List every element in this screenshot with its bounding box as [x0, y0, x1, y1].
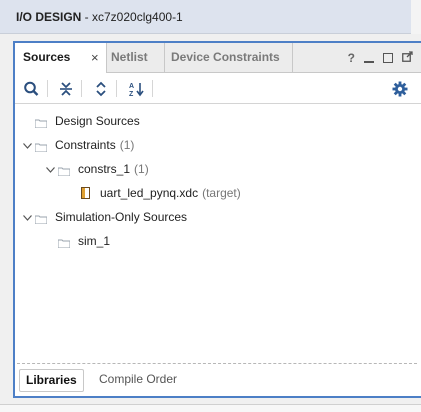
title-design-name: I/O DESIGN	[16, 10, 82, 24]
tree-item-sim-1[interactable]: sim_1	[57, 231, 111, 251]
tab-libraries[interactable]: Libraries	[19, 369, 84, 392]
title-bar: I/O DESIGN - xc7z020clg400-1	[0, 0, 421, 34]
toolbar-separator	[47, 80, 48, 97]
toolbar-separator	[152, 80, 153, 97]
tree-item-label: uart_led_pynq.xdc	[100, 186, 199, 200]
folder-icon	[34, 213, 48, 224]
tab-compile-order[interactable]: Compile Order	[93, 369, 183, 390]
window-title: I/O DESIGN - xc7z020clg400-1	[16, 10, 183, 24]
svg-text:Z: Z	[129, 91, 134, 97]
tree-item-constraints[interactable]: Constraints (1)	[23, 135, 134, 155]
item-count: (1)	[119, 138, 135, 152]
folder-icon	[57, 237, 71, 248]
toolbar-separator	[116, 80, 117, 97]
tree-item-label: Constraints	[55, 138, 116, 152]
tree-item-constrs-1[interactable]: constrs_1 (1)	[46, 159, 149, 179]
maximize-icon[interactable]	[383, 52, 393, 63]
tree-item-design-sources[interactable]: Design Sources	[34, 111, 140, 131]
title-part-name: - xc7z020clg400-1	[81, 10, 183, 24]
gear-icon[interactable]	[392, 81, 410, 97]
expand-all-icon[interactable]	[92, 81, 110, 97]
float-icon[interactable]	[402, 50, 413, 65]
tree-item-label: sim_1	[78, 234, 111, 248]
tree-item-label: Simulation-Only Sources	[55, 210, 188, 224]
collapse-all-icon[interactable]	[57, 81, 75, 97]
close-icon[interactable]: ×	[91, 43, 99, 72]
chevron-down-icon[interactable]	[46, 162, 58, 176]
folder-icon	[34, 141, 48, 152]
tree-item-label: constrs_1	[78, 162, 131, 176]
target-tag: (target)	[202, 186, 241, 200]
tab-actions: ?	[348, 43, 413, 72]
search-icon[interactable]	[23, 81, 41, 97]
tree-item-xdc-file[interactable]: uart_led_pynq.xdc (target)	[81, 183, 241, 203]
sources-panel: Sources × Netlist Device Constraints ? A…	[13, 41, 421, 398]
tab-device-constraints[interactable]: Device Constraints	[165, 43, 293, 72]
svg-text:A: A	[129, 83, 134, 90]
sort-az-icon[interactable]: AZ	[128, 81, 146, 98]
sources-toolbar: AZ	[15, 73, 421, 104]
tab-netlist-label: Netlist	[111, 50, 148, 64]
tab-device-constraints-label: Device Constraints	[171, 50, 280, 64]
help-icon[interactable]: ?	[348, 52, 355, 64]
tree-item-label: Design Sources	[55, 114, 140, 128]
tab-sources-label: Sources	[23, 50, 71, 64]
tab-sources[interactable]: Sources ×	[15, 43, 107, 73]
minimize-icon[interactable]	[364, 60, 374, 63]
tab-netlist[interactable]: Netlist	[107, 43, 165, 72]
title-right-edge	[411, 0, 421, 34]
tab-bar: Sources × Netlist Device Constraints ?	[15, 43, 421, 73]
bottom-tab-bar: Libraries Compile Order	[15, 367, 421, 394]
tree-item-simulation-sources[interactable]: Simulation-Only Sources	[23, 207, 187, 227]
panel-divider	[17, 363, 417, 364]
folder-icon	[57, 165, 71, 176]
folder-icon	[34, 117, 48, 128]
xdc-file-icon	[81, 187, 91, 199]
item-count: (1)	[134, 162, 149, 176]
chevron-down-icon[interactable]	[23, 210, 35, 224]
toolbar-separator	[81, 80, 82, 97]
chevron-down-icon[interactable]	[23, 138, 35, 152]
